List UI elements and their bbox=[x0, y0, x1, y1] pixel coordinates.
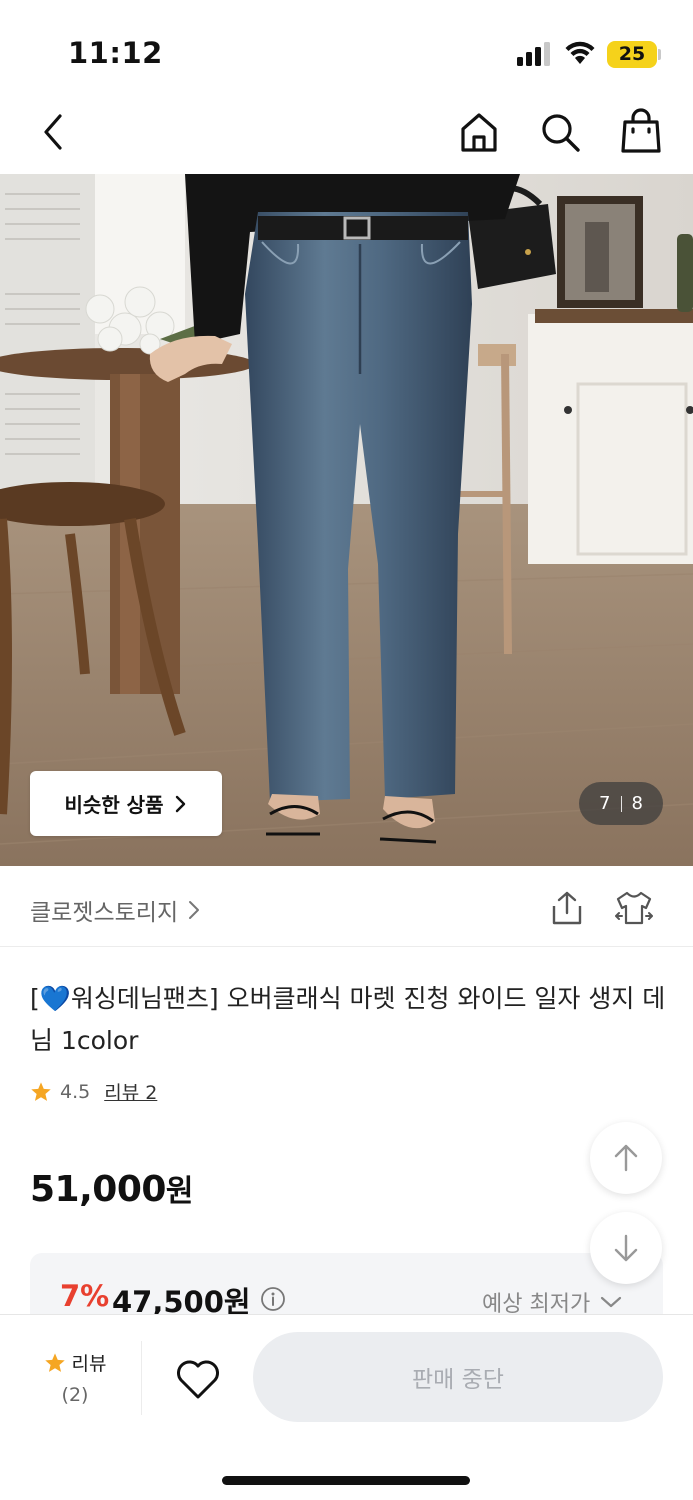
home-indicator bbox=[222, 1476, 470, 1485]
review-tab-label: 리뷰 bbox=[71, 1353, 107, 1375]
share-icon[interactable] bbox=[550, 890, 584, 926]
image-counter: 7 8 bbox=[579, 782, 663, 825]
bottom-divider bbox=[141, 1341, 142, 1415]
image-counter-total: 8 bbox=[631, 793, 643, 814]
similar-products-label: 비슷한 상품 bbox=[64, 793, 164, 817]
battery-indicator: 25 bbox=[607, 41, 657, 68]
star-icon bbox=[44, 1352, 65, 1372]
section-divider bbox=[0, 946, 693, 947]
product-photo-illustration bbox=[0, 174, 693, 866]
chevron-right-icon bbox=[176, 795, 186, 812]
shopping-bag-icon[interactable] bbox=[619, 108, 663, 154]
product-rating: 4.5 리뷰 2 bbox=[30, 1078, 157, 1105]
sale-stopped-button[interactable]: 판매 중단 bbox=[253, 1332, 663, 1422]
image-counter-current: 7 bbox=[599, 793, 611, 814]
cellular-signal-icon bbox=[517, 42, 550, 66]
chevron-down-icon bbox=[601, 1296, 622, 1308]
home-icon[interactable] bbox=[457, 110, 501, 154]
search-icon[interactable] bbox=[538, 110, 582, 154]
brand-name: 클로젯스토리지 bbox=[30, 900, 179, 926]
rating-score: 4.5 bbox=[60, 1080, 91, 1103]
status-time: 11:12 bbox=[68, 36, 163, 70]
status-bar: 11:12 25 bbox=[0, 0, 693, 100]
reviews-link[interactable]: 리뷰 2 bbox=[104, 1078, 157, 1105]
back-icon[interactable] bbox=[36, 112, 76, 152]
chevron-right-icon bbox=[189, 901, 200, 919]
battery-cap bbox=[658, 49, 661, 60]
product-image[interactable] bbox=[0, 174, 693, 866]
lowest-price-panel[interactable]: 7% 47,500원 예상 최저가 bbox=[30, 1253, 663, 1323]
blue-heart-icon: 💙 bbox=[39, 984, 71, 1013]
info-icon[interactable] bbox=[260, 1286, 286, 1312]
heart-icon[interactable] bbox=[175, 1358, 221, 1400]
arrow-down-icon bbox=[614, 1234, 638, 1262]
product-title: [💙워싱데님팬츠] 오버클래식 마렛 진청 와이드 일자 생지 데님 1colo… bbox=[30, 984, 666, 1055]
review-count: (2) bbox=[61, 1384, 89, 1406]
scroll-up-button[interactable] bbox=[590, 1122, 662, 1194]
wifi-icon bbox=[565, 41, 595, 64]
brand-link[interactable]: 클로젯스토리지 bbox=[30, 893, 200, 927]
review-summary-button[interactable]: 리뷰 (2) bbox=[30, 1349, 120, 1406]
image-counter-divider bbox=[620, 795, 622, 812]
similar-products-button[interactable]: 비슷한 상품 bbox=[30, 771, 222, 836]
discount-rate: 7% bbox=[60, 1279, 110, 1313]
product-price: 51,000원 bbox=[30, 1169, 194, 1210]
bottom-action-bar: 리뷰 (2) 판매 중단 bbox=[0, 1314, 693, 1500]
star-icon bbox=[31, 1081, 51, 1101]
scroll-down-button[interactable] bbox=[590, 1212, 662, 1284]
size-fit-icon[interactable] bbox=[614, 890, 654, 926]
arrow-up-icon bbox=[614, 1144, 638, 1172]
